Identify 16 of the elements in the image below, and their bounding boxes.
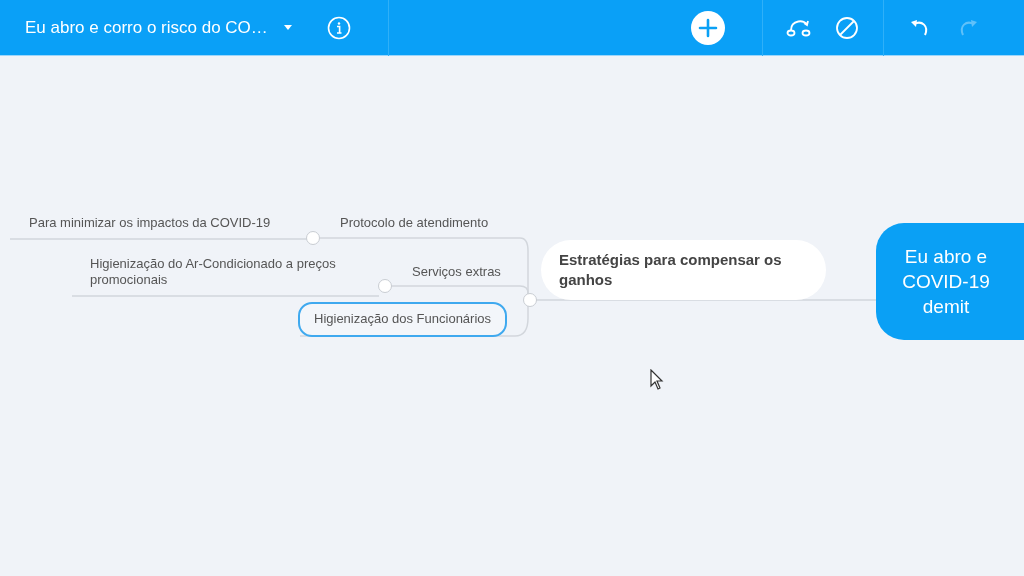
collapse-handle[interactable]	[378, 279, 392, 293]
mouse-pointer-icon	[650, 369, 664, 390]
subtopic[interactable]: Protocolo de atendimento	[338, 213, 491, 233]
topic-text: COVID-19	[902, 270, 990, 294]
collapse-handle[interactable]	[306, 231, 320, 245]
subtopic[interactable]: Para minimizar os impactos da COVID-19	[27, 213, 273, 233]
prohibited-icon	[835, 15, 859, 40]
topic-text: Eu abro e	[904, 245, 988, 269]
subtopic[interactable]: Higienização dos Funcionários	[298, 302, 508, 337]
topic-text: demit	[922, 295, 970, 319]
collapse-handle[interactable]	[523, 293, 537, 307]
info-icon	[327, 15, 351, 40]
caret-icon	[283, 25, 292, 30]
subtopic[interactable]: Serviços extras	[410, 262, 503, 282]
main-topic[interactable]: Estratégias para compensar os ganhos	[541, 240, 826, 300]
subtopic[interactable]: Higienização do Ar-Condicionado a preços promocionais	[88, 254, 377, 290]
